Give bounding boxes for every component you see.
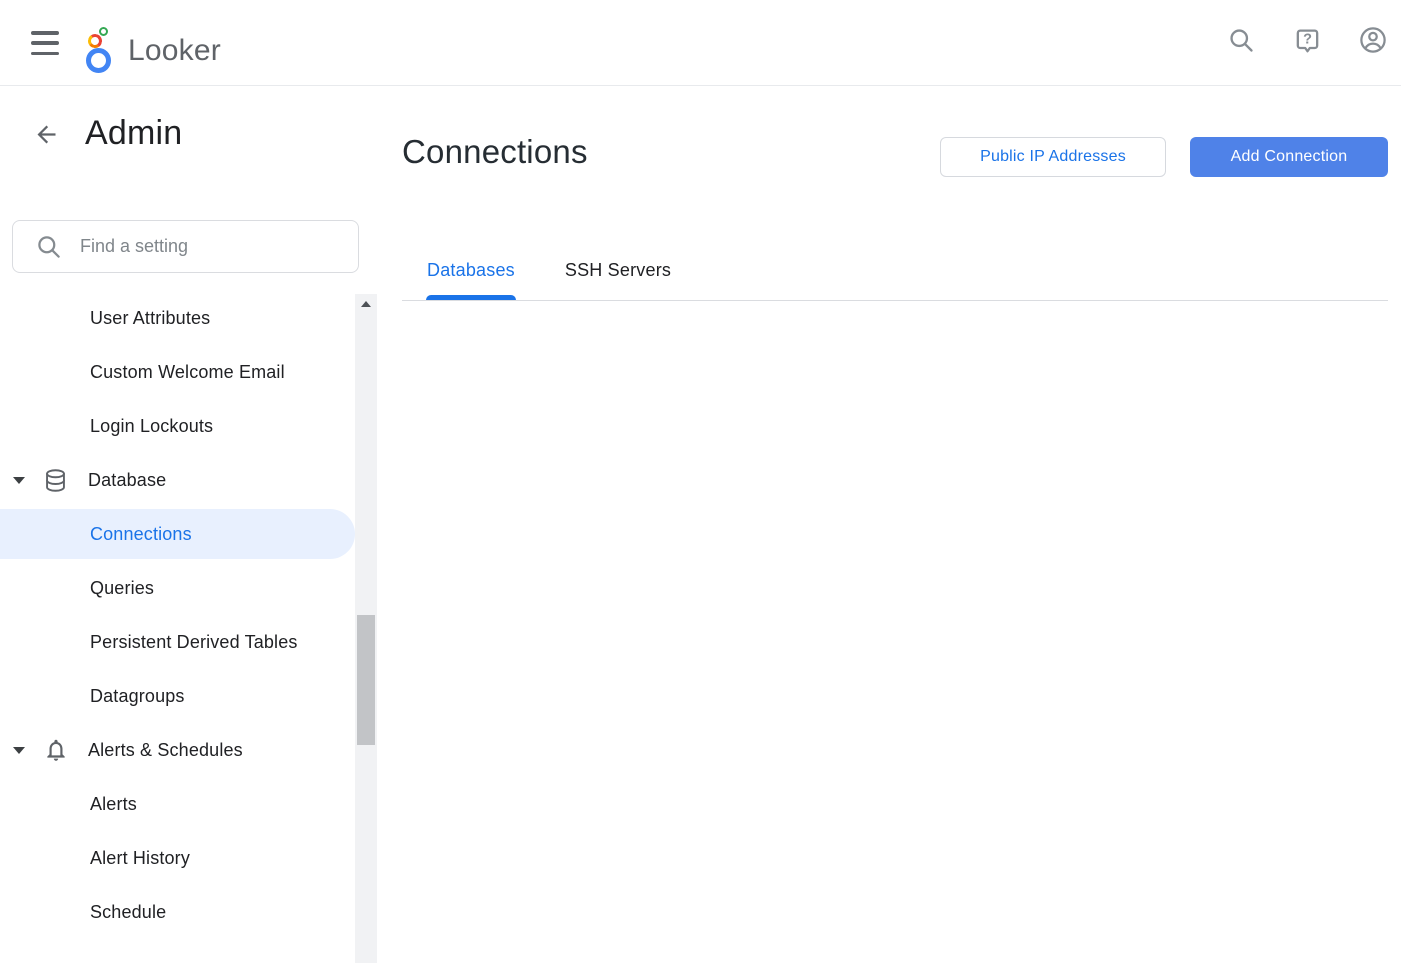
bell-icon xyxy=(42,737,69,764)
page-title: Connections xyxy=(402,133,588,171)
tab-databases[interactable]: Databases xyxy=(427,240,515,300)
database-icon xyxy=(42,467,69,494)
add-connection-button[interactable]: Add Connection xyxy=(1190,137,1388,177)
back-arrow-icon[interactable] xyxy=(32,121,60,149)
chevron-down-icon[interactable] xyxy=(13,747,25,754)
looker-logo[interactable]: Looker xyxy=(86,12,221,74)
topbar-actions: ? xyxy=(1225,24,1389,56)
admin-sidebar: Admin User Attributes Custom Welcome Ema… xyxy=(0,87,378,941)
search-icon xyxy=(35,233,62,260)
top-app-bar: Looker ? xyxy=(0,0,1401,86)
search-input[interactable] xyxy=(80,236,344,257)
scroll-up-icon[interactable] xyxy=(355,296,377,312)
connections-tabs: Databases SSH Servers xyxy=(402,240,1388,301)
looker-logo-icon xyxy=(86,26,120,74)
product-name: Looker xyxy=(128,36,221,74)
help-icon[interactable]: ? xyxy=(1291,24,1323,56)
sidebar-item-queries[interactable]: Queries xyxy=(0,561,355,615)
find-setting-search[interactable] xyxy=(12,220,359,273)
sidebar-item-connections[interactable]: Connections xyxy=(0,509,355,559)
search-icon[interactable] xyxy=(1225,24,1257,56)
sidebar-item-schedule[interactable]: Schedule xyxy=(0,885,355,939)
sidebar-item-datagroups[interactable]: Datagroups xyxy=(0,669,355,723)
sidebar-title: Admin xyxy=(85,114,182,153)
sidebar-item-user-attributes[interactable]: User Attributes xyxy=(0,291,355,345)
tab-ssh-servers[interactable]: SSH Servers xyxy=(565,240,671,300)
account-icon[interactable] xyxy=(1357,24,1389,56)
sidebar-item-login-lockouts[interactable]: Login Lockouts xyxy=(0,399,355,453)
looker-admin-connections-page: Looker ? xyxy=(0,0,1401,963)
sidebar-item-alert-history[interactable]: Alert History xyxy=(0,831,355,885)
public-ip-addresses-button[interactable]: Public IP Addresses xyxy=(940,137,1166,177)
sidebar-group-alerts-schedules[interactable]: Alerts & Schedules xyxy=(0,723,355,777)
scrollbar-thumb[interactable] xyxy=(357,615,375,745)
sidebar-item-alerts[interactable]: Alerts xyxy=(0,777,355,831)
svg-text:?: ? xyxy=(1303,31,1312,47)
sidebar-scrollbar[interactable] xyxy=(355,294,377,963)
settings-nav: User Attributes Custom Welcome Email Log… xyxy=(0,291,355,939)
chevron-down-icon[interactable] xyxy=(13,477,25,484)
sidebar-item-custom-welcome-email[interactable]: Custom Welcome Email xyxy=(0,345,355,399)
sidebar-item-persistent-derived-tables[interactable]: Persistent Derived Tables xyxy=(0,615,355,669)
sidebar-group-database[interactable]: Database xyxy=(0,453,355,507)
hamburger-menu-icon[interactable] xyxy=(28,29,62,57)
